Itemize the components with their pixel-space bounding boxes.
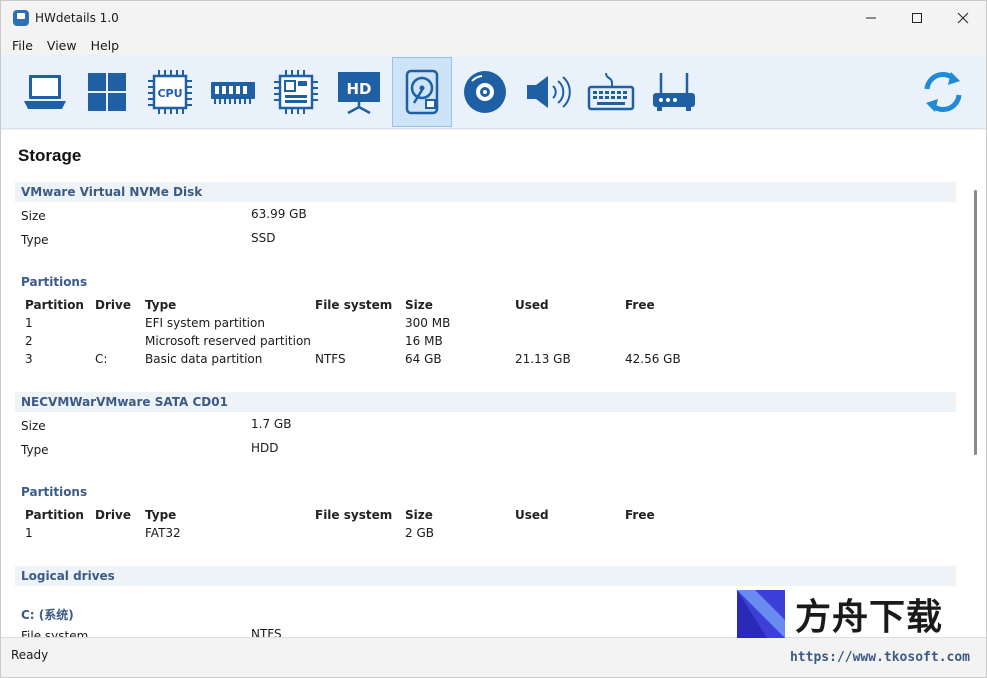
motherboard-icon (274, 70, 318, 114)
app-icon (13, 10, 29, 26)
type-label: Type (21, 233, 49, 247)
col-filesystem: File system (315, 508, 393, 522)
col-drive: Drive (95, 508, 131, 522)
col-size: Size (405, 508, 433, 522)
menu-bar: File View Help (1, 35, 986, 55)
logical-drive-name: C: (系统) (21, 608, 74, 622)
cpu-icon-text: CPU (157, 87, 182, 100)
page-title: Storage (18, 146, 82, 165)
tool-laptop[interactable] (15, 57, 75, 127)
size-label: Size (21, 419, 46, 433)
display-icon: HD (338, 72, 380, 115)
table-cell: 2 GB (405, 526, 434, 540)
type-label: Type (21, 443, 49, 457)
table-cell: 300 MB (405, 316, 451, 330)
details-panel: Storage VMware Virtual NVMe Disk Size 63… (1, 130, 967, 637)
status-text: Ready (11, 648, 49, 662)
cpu-icon: CPU (148, 70, 192, 114)
col-used: Used (515, 508, 549, 522)
speaker-icon (527, 76, 571, 108)
table-cell: 64 GB (405, 352, 442, 366)
tool-os[interactable] (77, 57, 137, 127)
windows-icon (88, 73, 126, 111)
tool-optical[interactable] (455, 57, 515, 127)
table-cell: 42.56 GB (625, 352, 681, 366)
table-cell: Microsoft reserved partition (145, 334, 311, 348)
type-value: SSD (251, 231, 276, 245)
tool-input[interactable] (581, 57, 641, 127)
vertical-scrollbar[interactable] (967, 130, 986, 637)
partitions-header: Partitions (21, 485, 88, 499)
tool-storage[interactable] (392, 57, 452, 127)
tool-cpu[interactable]: CPU (140, 57, 200, 127)
col-filesystem: File system (315, 298, 393, 312)
table-cell: 3 (25, 352, 33, 366)
tool-display[interactable]: HD (329, 57, 389, 127)
table-cell: Basic data partition (145, 352, 263, 366)
filesystem-label: File system (21, 629, 89, 637)
website-link[interactable]: https://www.tkosoft.com (790, 650, 970, 665)
tool-motherboard[interactable] (266, 57, 326, 127)
storage-icon (405, 69, 439, 115)
col-partition: Partition (25, 298, 84, 312)
tool-memory[interactable] (203, 57, 263, 127)
refresh-button[interactable] (913, 57, 973, 127)
watermark-text: 方舟下载 (795, 597, 944, 638)
type-value: HDD (251, 441, 279, 455)
refresh-icon (924, 72, 962, 112)
title-bar: HWdetails 1.0 (1, 1, 986, 35)
status-bar: Ready https://www.tkosoft.com (1, 637, 986, 677)
table-cell: EFI system partition (145, 316, 265, 330)
window-title: HWdetails 1.0 (35, 11, 119, 25)
table-cell: NTFS (315, 352, 346, 366)
minimize-icon (866, 17, 876, 19)
minimize-button[interactable] (848, 1, 894, 35)
col-size: Size (405, 298, 433, 312)
col-drive: Drive (95, 298, 131, 312)
size-value: 1.7 GB (251, 417, 292, 431)
col-free: Free (625, 508, 655, 522)
window-controls (848, 1, 986, 35)
table-cell: 16 MB (405, 334, 443, 348)
table-cell: 2 (25, 334, 33, 348)
display-icon-text: HD (346, 80, 371, 98)
menu-help[interactable]: Help (91, 38, 120, 53)
watermark: 方舟下载 (737, 589, 957, 639)
disk-header: NECVMWarVMware SATA CD01 (15, 392, 956, 412)
close-icon (957, 12, 969, 24)
col-type: Type (145, 298, 177, 312)
menu-file[interactable]: File (12, 38, 33, 53)
logical-drives-header: Logical drives (15, 566, 956, 586)
size-label: Size (21, 209, 46, 223)
disk-header: VMware Virtual NVMe Disk (15, 182, 956, 202)
laptop-icon (24, 75, 66, 109)
keyboard-icon (587, 72, 635, 111)
maximize-icon (912, 13, 922, 23)
close-button[interactable] (940, 1, 986, 35)
table-cell: C: (95, 352, 108, 366)
filesystem-value: NTFS (251, 627, 282, 637)
menu-view[interactable]: View (47, 38, 77, 53)
optical-disc-icon (464, 71, 506, 113)
maximize-button[interactable] (894, 1, 940, 35)
watermark-logo-icon (737, 590, 785, 638)
col-used: Used (515, 298, 549, 312)
tool-network[interactable] (644, 57, 704, 127)
col-free: Free (625, 298, 655, 312)
table-cell: 1 (25, 316, 33, 330)
category-toolbar: CPU HD (1, 55, 986, 129)
tool-audio[interactable] (518, 57, 578, 127)
table-cell: 1 (25, 526, 33, 540)
app-window: HWdetails 1.0 File View Help CPU HD Stor… (0, 0, 987, 678)
router-icon (653, 73, 695, 111)
table-cell: FAT32 (145, 526, 181, 540)
col-partition: Partition (25, 508, 84, 522)
scroll-thumb[interactable] (974, 190, 977, 455)
table-cell: 21.13 GB (515, 352, 571, 366)
size-value: 63.99 GB (251, 207, 307, 221)
memory-icon (211, 82, 255, 104)
partitions-header: Partitions (21, 275, 88, 289)
col-type: Type (145, 508, 177, 522)
